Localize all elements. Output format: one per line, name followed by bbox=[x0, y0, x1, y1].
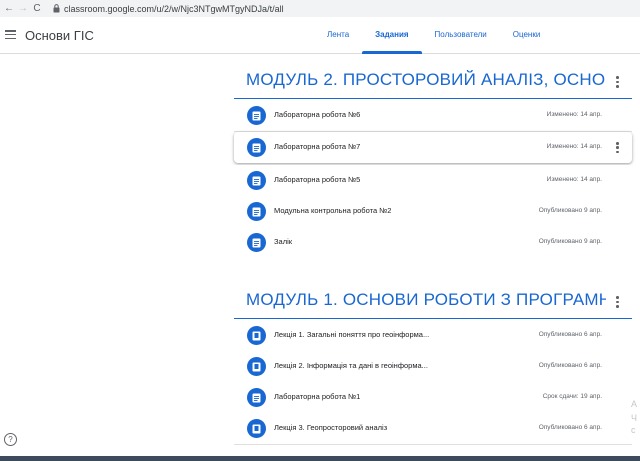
hamburger-menu-icon[interactable] bbox=[5, 30, 16, 40]
topic-title: МОДУЛЬ 2. ПРОСТОРОВИЙ АНАЛІЗ, ОСНО... bbox=[246, 70, 606, 89]
assignment-icon bbox=[247, 171, 266, 190]
list-item[interactable]: Лекція 1. Загальні поняття про геоінформ… bbox=[234, 320, 632, 352]
item-status: Опубликовано 9 апр. bbox=[538, 207, 602, 214]
class-title[interactable]: Основи ГІС bbox=[25, 28, 94, 43]
app-header: Основи ГІС Лента Задания Пользователи Оц… bbox=[0, 17, 640, 54]
item-title: Лабораторна робота №5 bbox=[274, 175, 361, 184]
assignment-icon bbox=[247, 233, 266, 252]
back-button[interactable]: ← bbox=[2, 3, 16, 14]
assignment-icon bbox=[247, 106, 266, 125]
item-status: Опубликовано 6 апр. bbox=[538, 362, 602, 369]
item-title: Лабораторна робота №7 bbox=[274, 142, 361, 151]
item-status: Изменено: 14 апр. bbox=[546, 176, 602, 183]
item-status: Изменено: 14 апр. bbox=[546, 111, 602, 118]
help-icon[interactable]: ? bbox=[4, 433, 17, 446]
browser-toolbar: ← → C classroom.google.com/u/2/w/Njc3NTg… bbox=[0, 0, 640, 17]
address-bar[interactable]: classroom.google.com/u/2/w/Njc3NTgwMTgyN… bbox=[64, 4, 284, 14]
more-options-icon[interactable] bbox=[616, 296, 620, 310]
item-title: Лекція 1. Загальні поняття про геоінформ… bbox=[274, 330, 430, 339]
list-item[interactable]: Залік Опубликовано 9 апр. bbox=[234, 227, 632, 258]
tab-bar: Лента Задания Пользователи Оценки bbox=[315, 17, 554, 54]
item-status: Опубликовано 9 апр. bbox=[538, 238, 602, 245]
item-status: Опубликовано 6 апр. bbox=[538, 331, 602, 338]
os-taskbar bbox=[0, 456, 640, 461]
item-title: Лабораторна робота №6 bbox=[274, 110, 361, 119]
topic-divider bbox=[234, 98, 632, 100]
list-item[interactable]: Лабораторна робота №5 Изменено: 14 апр. bbox=[234, 165, 632, 197]
list-item[interactable]: Лекція 3. Геопросторовий аналіз Опублико… bbox=[234, 413, 632, 445]
assignment-icon bbox=[247, 202, 266, 221]
tab-grades[interactable]: Оценки bbox=[500, 17, 554, 53]
reload-button[interactable]: C bbox=[30, 3, 44, 14]
material-icon bbox=[247, 326, 266, 345]
item-status: Опубликовано 6 апр. bbox=[538, 424, 602, 431]
material-icon bbox=[247, 357, 266, 376]
material-icon bbox=[247, 419, 266, 438]
tab-people[interactable]: Пользователи bbox=[422, 17, 500, 53]
item-title: Лекція 3. Геопросторовий аналіз bbox=[274, 423, 388, 432]
list-item[interactable]: Модульна контрольна робота №2 Опубликова… bbox=[234, 196, 632, 228]
watermark-fragment: с bbox=[631, 425, 636, 435]
more-options-icon[interactable] bbox=[616, 76, 620, 90]
forward-button[interactable]: → bbox=[16, 3, 30, 14]
watermark-fragment: Ч bbox=[631, 413, 637, 423]
tab-stream[interactable]: Лента bbox=[315, 17, 362, 53]
tab-classwork[interactable]: Задания bbox=[362, 17, 422, 54]
topic-divider bbox=[234, 318, 632, 320]
list-item[interactable]: Лекція 2. Інформація та дані в геоінформ… bbox=[234, 351, 632, 383]
item-status: Изменено: 14 апр. bbox=[546, 143, 602, 150]
more-options-icon[interactable] bbox=[616, 142, 620, 155]
watermark-fragment: А bbox=[631, 399, 638, 409]
item-title: Лекція 2. Інформація та дані в геоінформ… bbox=[274, 361, 428, 370]
list-item[interactable]: Лабораторна робота №1 Срок сдачи: 19 апр… bbox=[234, 382, 632, 414]
item-title: Залік bbox=[274, 237, 293, 246]
topic-title: МОДУЛЬ 1. ОСНОВИ РОБОТИ З ПРОГРАМН... bbox=[246, 290, 606, 309]
item-title: Лабораторна робота №1 bbox=[274, 392, 361, 401]
list-item-hovered[interactable]: Лабораторна робота №7 Изменено: 14 апр. bbox=[234, 132, 632, 163]
list-item[interactable]: Лабораторна робота №6 Изменено: 14 апр. bbox=[234, 100, 632, 132]
lock-icon bbox=[50, 3, 62, 15]
assignment-icon bbox=[247, 138, 266, 157]
item-title: Модульна контрольна робота №2 bbox=[274, 206, 392, 215]
item-status: Срок сдачи: 19 апр. bbox=[542, 393, 602, 400]
assignment-icon bbox=[247, 388, 266, 407]
